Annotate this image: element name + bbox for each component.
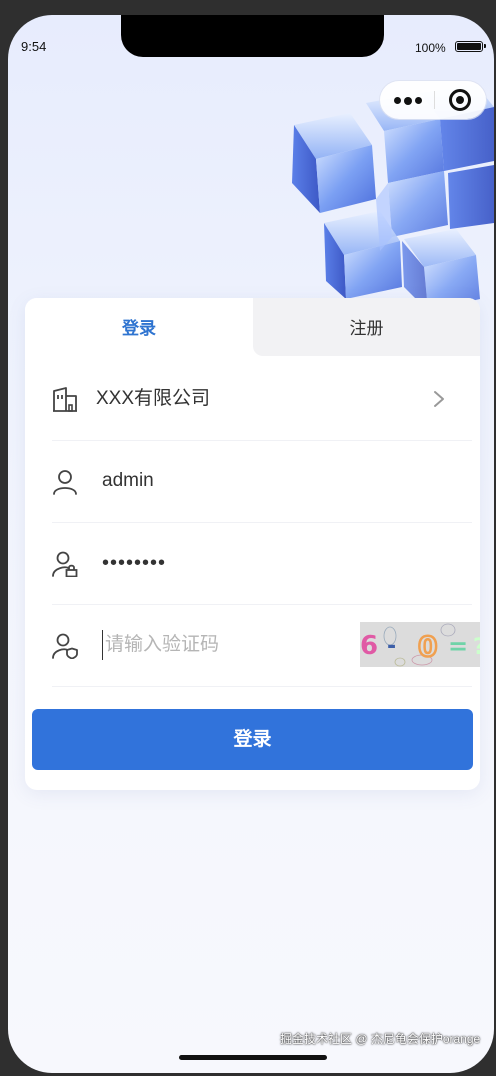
user-shield-icon [52, 633, 78, 659]
status-time: 9:54 [21, 39, 47, 54]
user-lock-icon [52, 551, 78, 577]
phone-screen: 9:54 100% 登录 注册 XXX有限公司 admin •••••••• 请… [8, 15, 494, 1073]
building-icon [53, 387, 77, 412]
battery-icon [455, 41, 486, 52]
battery-percent: 100% [415, 41, 446, 55]
home-indicator [179, 1055, 327, 1060]
capsule-divider [434, 91, 435, 109]
username-field[interactable]: admin [52, 440, 472, 523]
tab-login[interactable]: 登录 [25, 298, 253, 356]
svg-text:6: 6 [360, 631, 378, 661]
username-value: admin [102, 470, 154, 491]
company-select[interactable]: XXX有限公司 [52, 358, 472, 441]
company-name: XXX有限公司 [96, 388, 211, 409]
captcha-row: 6 - 0 = ? [52, 604, 480, 687]
captcha-input[interactable] [102, 630, 322, 660]
svg-text:=: = [448, 632, 468, 660]
captcha-image[interactable]: 6 - 0 = ? [360, 622, 480, 667]
mini-program-capsule [380, 81, 486, 119]
svg-text:?: ? [473, 635, 480, 660]
tab-bar: 登录 注册 [25, 298, 480, 356]
login-button[interactable]: 登录 [32, 709, 473, 770]
target-icon[interactable] [449, 89, 471, 111]
tab-register[interactable]: 注册 [253, 298, 480, 356]
svg-text:-: - [387, 634, 396, 659]
svg-text:0: 0 [418, 630, 437, 663]
notch [121, 15, 384, 57]
user-icon [53, 470, 77, 495]
password-value: •••••••• [102, 552, 167, 574]
login-card: 登录 注册 XXX有限公司 admin •••••••• 请输入验证码 6 - … [25, 298, 480, 790]
password-field[interactable]: •••••••• [52, 522, 472, 605]
watermark: 掘金技术社区 @ 杰尼龟会保护orange [280, 1032, 481, 1046]
chevron-right-icon [434, 391, 444, 407]
more-dots-icon[interactable] [394, 96, 422, 105]
